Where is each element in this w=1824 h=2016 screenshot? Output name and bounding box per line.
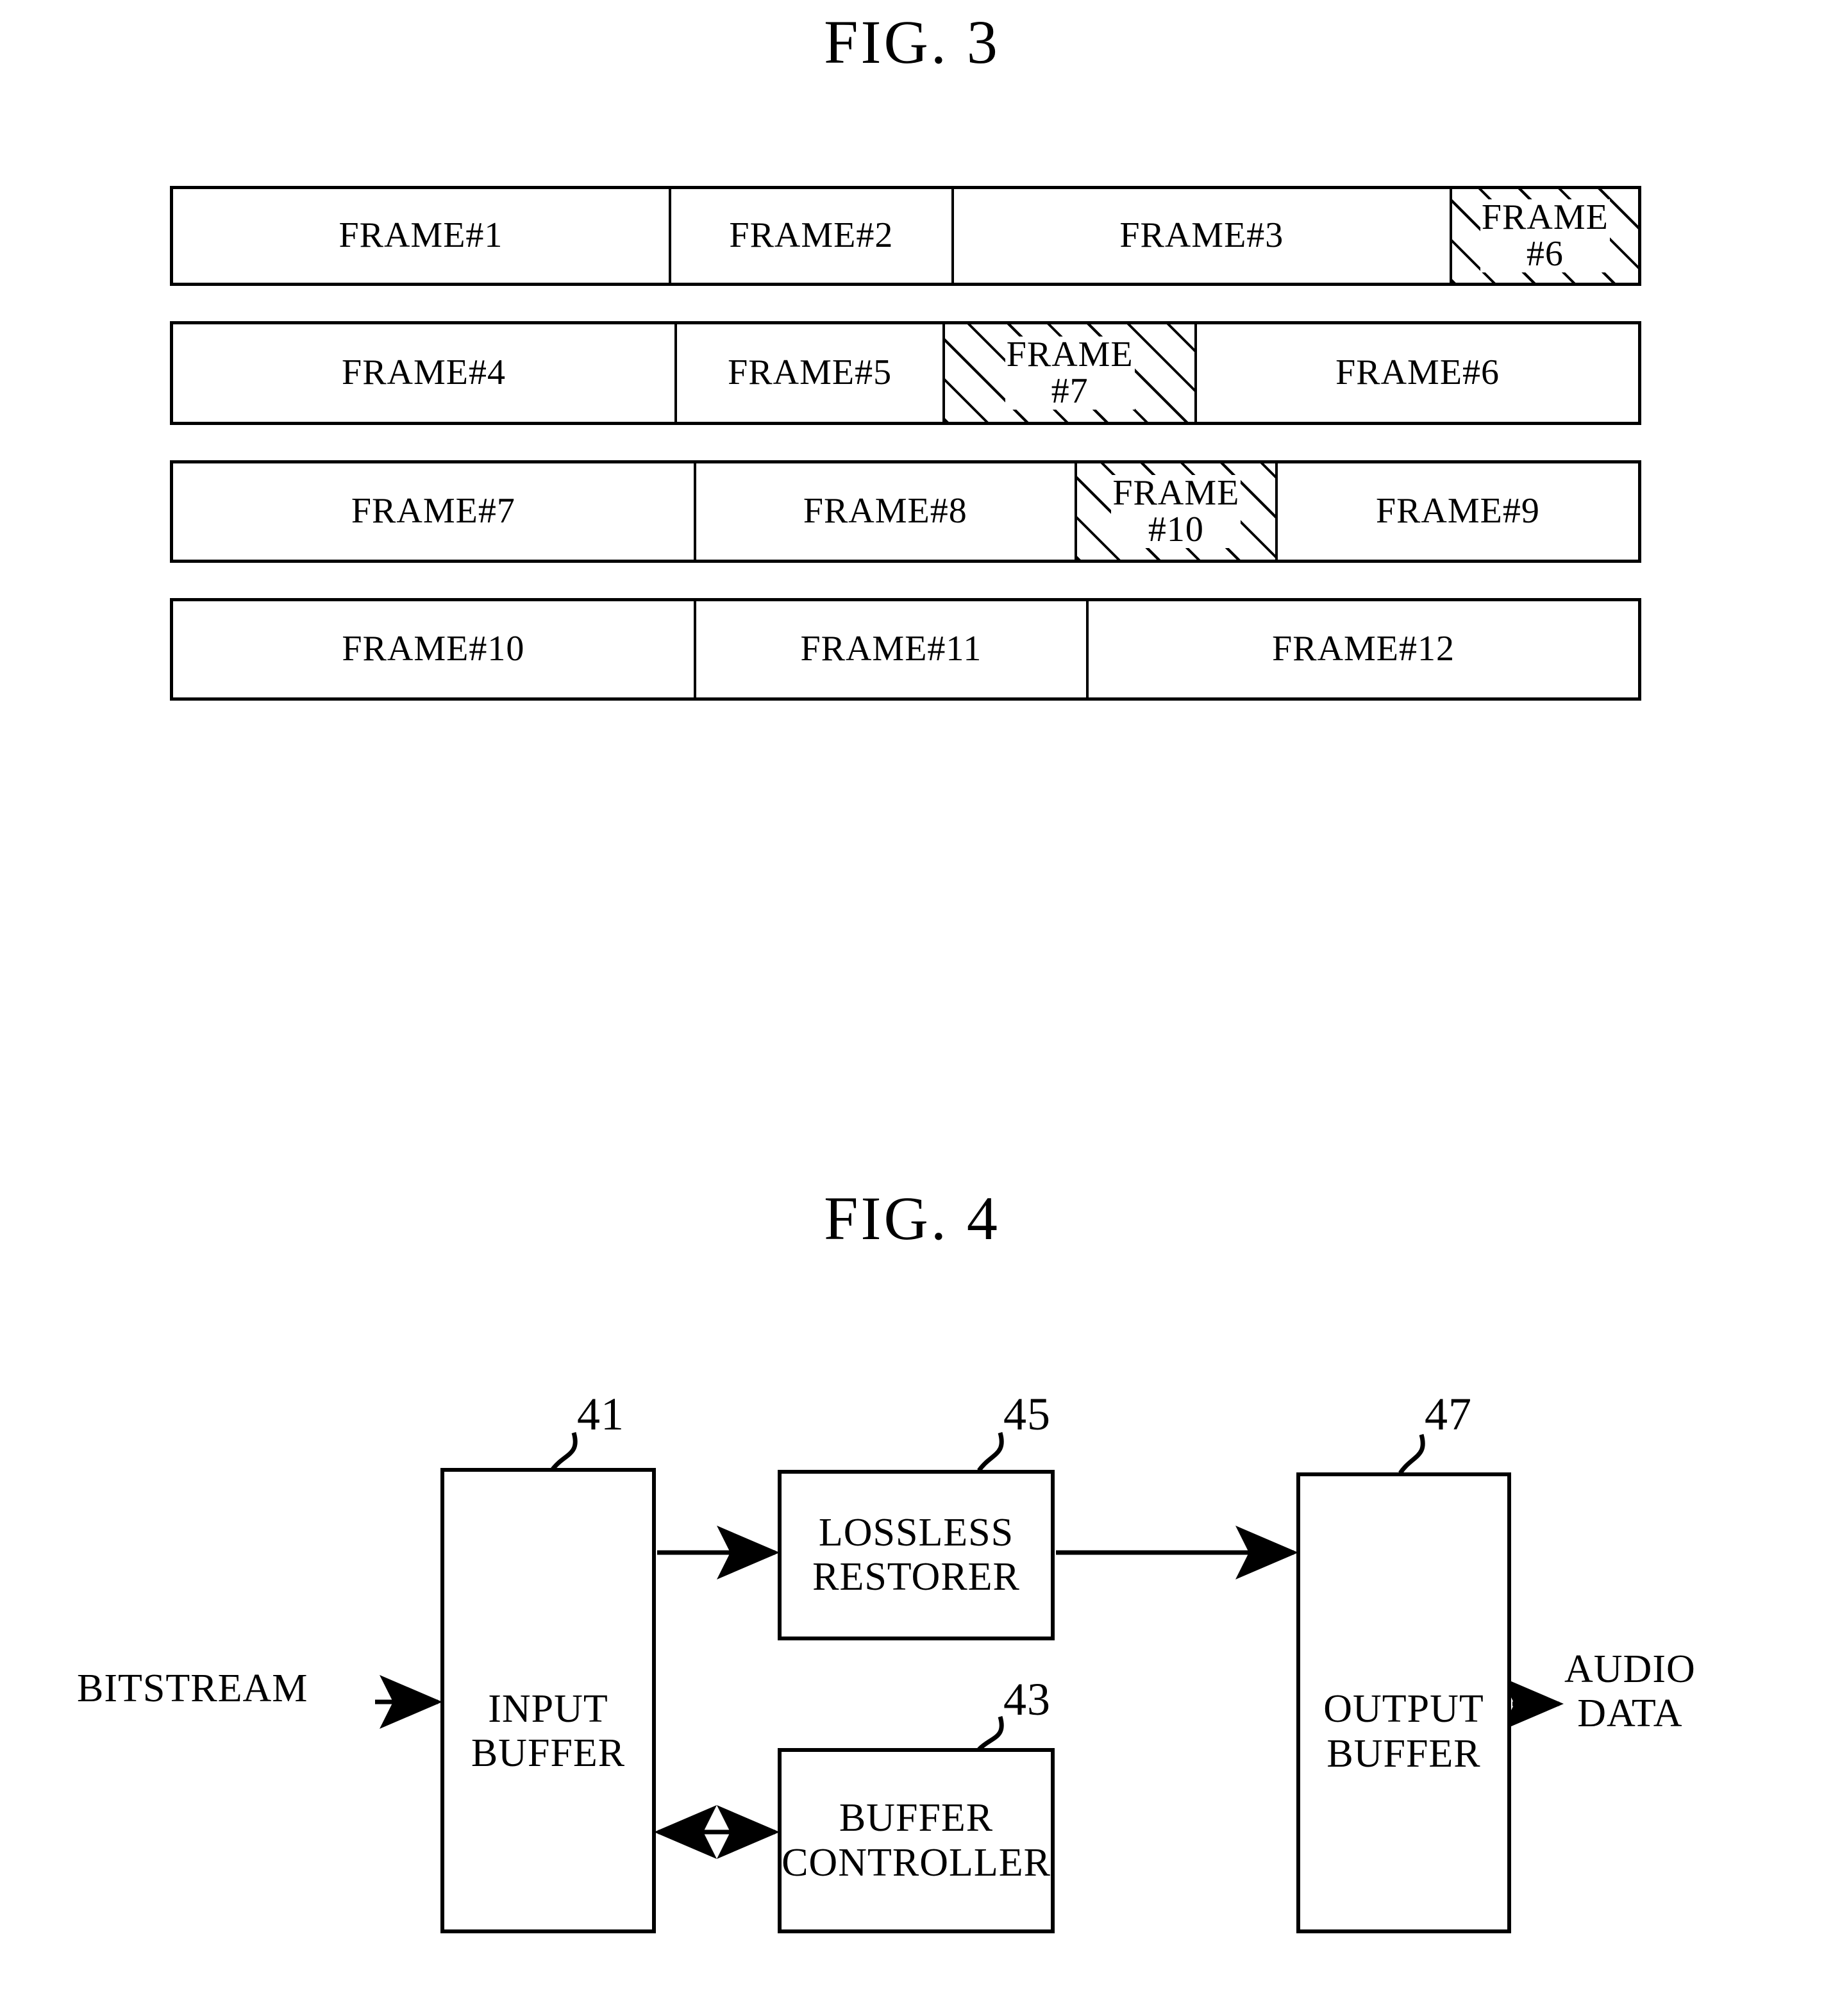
frame-cell: FRAME#1 [173, 189, 671, 283]
frame-cell: FRAME#2 [671, 189, 954, 283]
frame-cell-label: FRAME#1 [339, 215, 503, 256]
frame-cell-label: FRAME#9 [1375, 491, 1540, 531]
frame-cell: FRAME#5 [677, 324, 946, 422]
frame-cell-label: FRAME#7 [351, 491, 515, 531]
figure-3-frame-strips: FRAME#1 FRAME#2 FRAME#3 FRAME #6 FRAME#4 FRAM… [170, 186, 1641, 736]
frame-cell-label: FRAME#11 [800, 629, 982, 669]
frame-cell-hatched: FRAME #10 [1076, 463, 1278, 560]
frame-cell: FRAME#7 [173, 463, 696, 560]
frame-cell: FRAME#11 [696, 601, 1089, 697]
output-signal-label: AUDIO DATA [1564, 1647, 1696, 1736]
block-output-buffer: OUTPUT BUFFER [1296, 1472, 1511, 1933]
leader-line-43 [977, 1716, 1004, 1751]
frame-cell-label: FRAME#5 [728, 353, 892, 393]
leader-line-41 [551, 1432, 578, 1471]
frame-cell: FRAME#4 [173, 324, 678, 422]
figure-4-title: FIG. 4 [824, 1184, 1000, 1253]
frame-cell: FRAME#3 [954, 189, 1452, 283]
frame-cell-label: FRAME #6 [1480, 197, 1610, 274]
frame-cell-label: FRAME #10 [1111, 472, 1241, 549]
block-input-buffer-label: INPUT BUFFER [471, 1687, 626, 1775]
frame-cell: FRAME#6 [1197, 324, 1638, 422]
frame-cell-label: FRAME#8 [803, 491, 967, 531]
reference-numeral-47: 47 [1425, 1388, 1472, 1440]
block-buffer-controller: BUFFER CONTROLLER [778, 1748, 1055, 1933]
frame-cell-label: FRAME#6 [1335, 353, 1500, 393]
frame-cell: FRAME#9 [1278, 463, 1638, 560]
frame-cell: FRAME#12 [1089, 601, 1638, 697]
frame-strip: FRAME#4 FRAME#5 FRAME #7 FRAME#6 [170, 321, 1641, 425]
leader-line-47 [1398, 1434, 1425, 1475]
frame-cell: FRAME#10 [173, 601, 696, 697]
input-signal-label: BITSTREAM [77, 1667, 308, 1710]
block-lossless-restorer: LOSSLESS RESTORER [778, 1470, 1055, 1640]
block-lossless-restorer-label: LOSSLESS RESTORER [812, 1510, 1020, 1599]
reference-numeral-45: 45 [1003, 1388, 1051, 1440]
block-buffer-controller-label: BUFFER CONTROLLER [782, 1796, 1051, 1885]
frame-cell-label: FRAME#12 [1272, 629, 1455, 669]
frame-strip: FRAME#10 FRAME#11 FRAME#12 [170, 598, 1641, 701]
block-output-buffer-label: OUTPUT BUFFER [1323, 1687, 1484, 1776]
reference-numeral-41: 41 [577, 1388, 624, 1440]
frame-cell-label: FRAME#3 [1119, 215, 1284, 256]
reference-numeral-43: 43 [1003, 1674, 1051, 1725]
frame-cell-hatched: FRAME #6 [1452, 189, 1638, 283]
frame-cell-label: FRAME#2 [729, 215, 894, 256]
block-input-buffer: INPUT BUFFER [440, 1468, 656, 1933]
frame-strip: FRAME#7 FRAME#8 FRAME #10 FRAME#9 [170, 460, 1641, 563]
frame-cell-hatched: FRAME #7 [945, 324, 1198, 422]
frame-cell-label: FRAME#4 [342, 353, 506, 393]
leader-line-45 [977, 1432, 1004, 1472]
frame-cell-label: FRAME#10 [342, 629, 525, 669]
frame-strip: FRAME#1 FRAME#2 FRAME#3 FRAME #6 [170, 186, 1641, 286]
frame-cell-label: FRAME #7 [1005, 334, 1135, 411]
figure-3-title: FIG. 3 [824, 8, 1000, 76]
frame-cell: FRAME#8 [696, 463, 1077, 560]
